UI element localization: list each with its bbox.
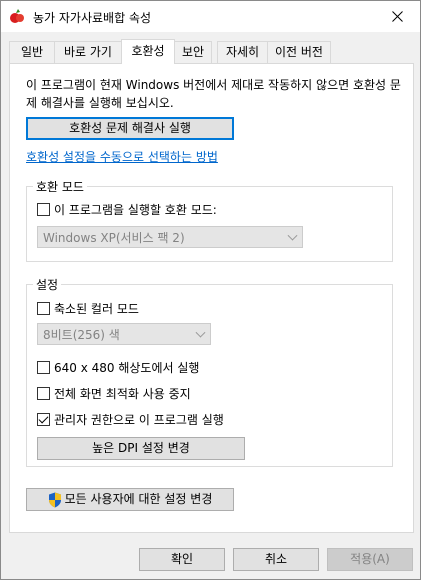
close-icon [391, 11, 403, 22]
color-depth-select[interactable]: 8비트(256) 색 [37, 323, 211, 345]
compat-mode-checkbox-row[interactable]: 이 프로그램을 실행할 호환 모드: [37, 201, 217, 218]
window-title: 농가 자가사료배합 속성 [33, 11, 152, 25]
close-button[interactable] [374, 1, 420, 32]
all-users-settings-button[interactable]: 모든 사용자에 대한 설정 변경 [26, 488, 234, 511]
tab-security[interactable]: 보안 [174, 41, 212, 63]
reduced-color-checkbox[interactable] [37, 302, 50, 315]
chevron-down-icon [195, 327, 206, 338]
color-depth-value: 8비트(256) 색 [43, 327, 120, 342]
compat-mode-checkbox[interactable] [37, 203, 50, 216]
run-as-admin-checkbox[interactable] [37, 413, 50, 426]
chevron-down-icon [287, 230, 298, 241]
run-as-admin-label: 관리자 권한으로 이 프로그램 실행 [54, 413, 224, 427]
manual-settings-link[interactable]: 호환성 설정을 수동으로 선택하는 방법 [26, 148, 218, 165]
settings-label: 설정 [33, 276, 62, 293]
properties-window: 농가 자가사료배합 속성 일반 바로 가기 호환성 보안 자세히 이전 버전 이… [0, 0, 421, 580]
tab-general[interactable]: 일반 [9, 41, 55, 63]
tab-previous-versions[interactable]: 이전 버전 [267, 41, 331, 63]
compat-mode-label: 호환 모드 [33, 178, 87, 195]
run-troubleshooter-button[interactable]: 호환성 문제 해결사 실행 [26, 117, 234, 140]
run-as-admin-row[interactable]: 관리자 권한으로 이 프로그램 실행 [37, 411, 224, 428]
disable-fullscreen-label: 전체 화면 최적화 사용 중지 [54, 387, 191, 401]
title-bar: 농가 자가사료배합 속성 [1, 1, 420, 32]
app-icon [10, 9, 24, 23]
tab-details[interactable]: 자세히 [217, 41, 268, 63]
ok-button[interactable]: 확인 [139, 548, 225, 571]
disable-fullscreen-row[interactable]: 전체 화면 최적화 사용 중지 [37, 385, 191, 402]
compatibility-panel: 이 프로그램이 현재 Windows 버전에서 제대로 작동하지 않으면 호환성… [9, 63, 414, 533]
compat-mode-group: 호환 모드 이 프로그램을 실행할 호환 모드: Windows XP(서비스 … [26, 178, 393, 262]
os-version-value: Windows XP(서비스 팩 2) [43, 230, 185, 245]
cancel-button[interactable]: 취소 [233, 548, 319, 571]
tab-compatibility[interactable]: 호환성 [121, 39, 175, 64]
res-640-label: 640 x 480 해상도에서 실행 [54, 361, 200, 375]
tab-shortcut[interactable]: 바로 가기 [54, 41, 122, 63]
res-640-row[interactable]: 640 x 480 해상도에서 실행 [37, 359, 199, 376]
reduced-color-row[interactable]: 축소된 컬러 모드 [37, 300, 139, 317]
high-dpi-button[interactable]: 높은 DPI 설정 변경 [37, 437, 245, 460]
apply-button[interactable]: 적용(A) [327, 548, 413, 571]
settings-group: 설정 축소된 컬러 모드 8비트(256) 색 640 x 480 해상도에서 … [26, 276, 393, 467]
compat-mode-checkbox-label: 이 프로그램을 실행할 호환 모드: [54, 203, 217, 217]
compat-description: 이 프로그램이 현재 Windows 버전에서 제대로 작동하지 않으면 호환성… [26, 78, 401, 110]
shield-icon [48, 492, 61, 507]
os-version-select[interactable]: Windows XP(서비스 팩 2) [37, 226, 303, 248]
all-users-settings-label: 모든 사용자에 대한 설정 변경 [64, 492, 213, 506]
reduced-color-label: 축소된 컬러 모드 [54, 302, 139, 316]
disable-fullscreen-checkbox[interactable] [37, 387, 50, 400]
res-640-checkbox[interactable] [37, 361, 50, 374]
